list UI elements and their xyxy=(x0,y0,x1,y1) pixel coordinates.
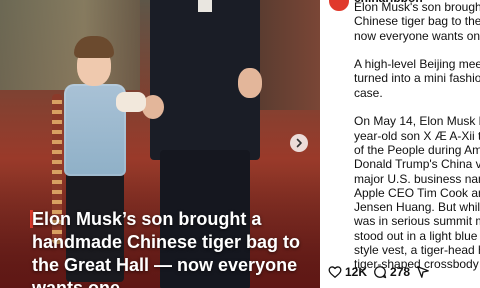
child-hair xyxy=(74,36,114,58)
post-image[interactable]: Elon Musk’s son brought a handmade Chine… xyxy=(0,0,320,288)
avatar[interactable] xyxy=(328,0,350,12)
send-icon xyxy=(416,265,430,279)
comment-icon xyxy=(373,265,387,279)
comment-button[interactable]: 278 xyxy=(373,265,410,279)
adult-right-hand xyxy=(238,68,262,98)
like-button[interactable]: 12K xyxy=(328,265,367,279)
comment-count: 278 xyxy=(390,265,411,279)
heart-icon xyxy=(328,265,342,279)
chevron-right-icon xyxy=(294,138,304,148)
child-sleeve xyxy=(116,92,146,112)
adult-shirt xyxy=(198,0,212,12)
like-count: 12K xyxy=(345,265,368,279)
image-caption: Elon Musk’s son brought a handmade Chine… xyxy=(32,209,301,288)
post-text: Elon Musk's son brought a ha Chinese tig… xyxy=(354,0,480,288)
post-actions-bar: 12K 278 xyxy=(328,262,478,282)
post-details-panel: chinaribbon Elon Musk's son brought a ha… xyxy=(320,0,480,288)
share-button[interactable] xyxy=(416,265,430,279)
background-pillar xyxy=(258,0,320,110)
carousel-next-button[interactable] xyxy=(290,134,308,152)
